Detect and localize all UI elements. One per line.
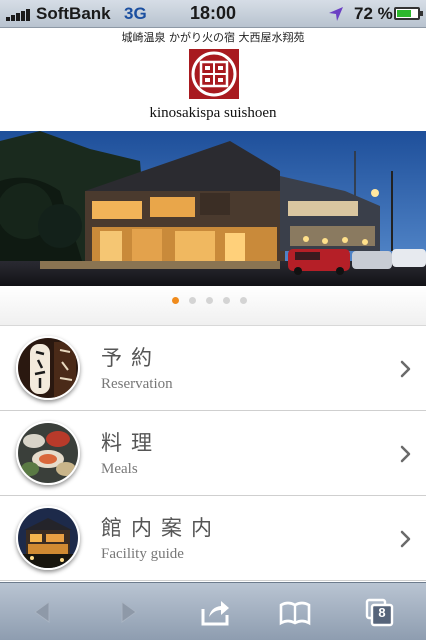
pager-dot[interactable] — [223, 297, 230, 304]
battery-percent: 72 % — [354, 4, 393, 23]
menu-title-ja: 予約 — [101, 346, 161, 370]
browser-toolbar — [0, 582, 426, 640]
slideshow-pager — [0, 286, 426, 326]
hotel-brand-name: kinosakispa suishoen — [149, 105, 277, 121]
chevron-right-icon — [400, 360, 411, 378]
menu-title-en: Facility guide — [101, 546, 184, 562]
menu-item-reservation[interactable]: 予約 Reservation — [0, 326, 426, 411]
site-header: 城崎温泉 かがり火の宿 大西屋水翔苑 kinosakispa suishoen — [0, 28, 426, 131]
back-arrow-icon[interactable] — [27, 597, 59, 627]
tab-count: 8 — [378, 605, 386, 620]
reservation-thumbnail — [16, 336, 80, 400]
bookmarks-icon[interactable] — [279, 597, 311, 627]
pager-dot[interactable] — [206, 297, 213, 304]
facility-guide-thumbnail — [16, 506, 80, 570]
menu-title-ja: 料理 — [101, 431, 161, 455]
chevron-right-icon — [400, 530, 411, 548]
hotel-tagline: 城崎温泉 かがり火の宿 大西屋水翔苑 — [121, 31, 305, 44]
battery-level — [397, 10, 411, 17]
meals-thumbnail — [16, 421, 80, 485]
status-bar: SoftBank 3G 18:00 72 % — [0, 0, 426, 28]
menu-item-meals[interactable]: 料理 Meals — [0, 411, 426, 496]
menu-title-en: Meals — [101, 461, 138, 477]
forward-arrow-icon[interactable] — [112, 597, 144, 627]
hero-slideshow[interactable] — [0, 131, 426, 286]
hero-image — [0, 131, 426, 286]
share-icon[interactable] — [199, 597, 231, 627]
menu-title-en: Reservation — [101, 376, 173, 392]
menu-title-ja: 館内案内 — [101, 516, 221, 540]
pager-dot[interactable] — [189, 297, 196, 304]
pager-dot[interactable] — [172, 297, 179, 304]
battery-icon — [394, 7, 423, 20]
pager-dot[interactable] — [240, 297, 247, 304]
hotel-logo[interactable] — [189, 49, 239, 99]
menu-item-facility-guide[interactable]: 館内案内 Facility guide — [0, 496, 426, 581]
chevron-right-icon — [400, 445, 411, 463]
location-arrow-icon — [329, 7, 343, 21]
